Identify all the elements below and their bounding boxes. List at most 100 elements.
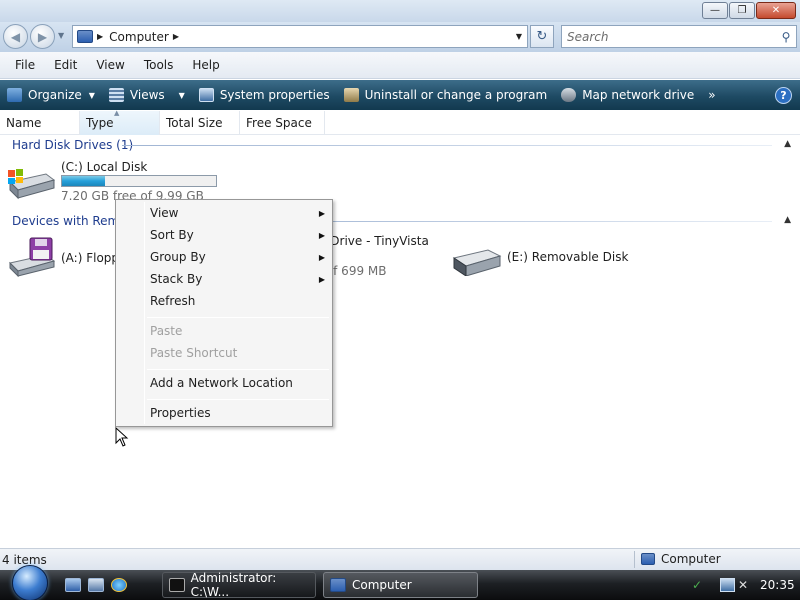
security-check-icon[interactable]: ✓ xyxy=(692,578,707,592)
context-menu-add-network-location[interactable]: Add a Network Location xyxy=(150,373,325,393)
start-button[interactable] xyxy=(8,565,52,600)
menu-tools[interactable]: Tools xyxy=(141,57,177,73)
minimize-button[interactable]: — xyxy=(702,2,728,19)
removable-disk-icon xyxy=(452,249,502,277)
context-menu-properties[interactable]: Properties xyxy=(150,403,325,423)
menu-edit[interactable]: Edit xyxy=(51,57,80,73)
organize-icon xyxy=(7,88,22,102)
system-properties-icon xyxy=(198,88,214,102)
internet-explorer-icon[interactable] xyxy=(111,578,127,592)
command-prompt-icon xyxy=(169,578,185,592)
mouse-cursor-icon xyxy=(115,427,129,447)
context-menu-label: Stack By xyxy=(150,272,203,286)
collapse-group-icon[interactable]: ▲ xyxy=(784,215,791,225)
windows-logo-icon xyxy=(12,565,48,600)
capacity-bar xyxy=(61,175,217,187)
refresh-button[interactable]: ↻ xyxy=(530,25,554,48)
forward-button[interactable]: ▶ xyxy=(30,24,55,49)
taskbar-item-command-prompt[interactable]: Administrator: C:\W... xyxy=(162,571,316,599)
address-dropdown-icon[interactable]: ▼ xyxy=(516,32,522,41)
column-header-name[interactable]: Name xyxy=(0,111,80,135)
drive-e-removable[interactable]: (E:) Removable Disk xyxy=(452,244,652,284)
views-label: Views xyxy=(129,88,165,102)
show-desktop-icon[interactable] xyxy=(65,578,81,592)
system-properties-label: System properties xyxy=(219,88,330,102)
map-network-drive-icon xyxy=(561,88,577,102)
menu-bar: File Edit View Tools Help xyxy=(0,52,800,79)
menu-view[interactable]: View xyxy=(93,57,127,73)
context-menu-view[interactable]: View ▶ xyxy=(150,203,325,223)
search-box[interactable]: Search ⚲ xyxy=(561,25,797,48)
organize-button[interactable]: Organize ▼ xyxy=(0,88,102,102)
submenu-arrow-icon: ▶ xyxy=(318,252,325,262)
sort-ascending-icon: ▲ xyxy=(114,109,120,117)
map-network-drive-label: Map network drive xyxy=(582,88,695,102)
taskbar-item-label: Administrator: C:\W... xyxy=(190,571,277,599)
computer-icon xyxy=(641,553,655,565)
chevron-down-icon: ▼ xyxy=(88,90,95,100)
context-menu-label: Group By xyxy=(150,250,206,264)
organize-label: Organize xyxy=(28,88,82,102)
forward-arrow-icon: ▶ xyxy=(37,29,48,44)
close-button[interactable]: ✕ xyxy=(756,2,796,19)
column-header-label: Total Size xyxy=(166,116,223,130)
taskbar-item-computer[interactable]: Computer xyxy=(323,572,478,598)
column-headers: Name ▲ Type Total Size Free Space xyxy=(0,109,800,135)
context-menu: View ▶ Sort By ▶ Group By ▶ Stack By ▶ R… xyxy=(115,199,333,427)
context-menu-label: Paste Shortcut xyxy=(150,346,238,360)
submenu-arrow-icon: ▶ xyxy=(318,208,325,218)
maximize-button[interactable]: ❐ xyxy=(729,2,755,19)
breadcrumb-chevron-icon[interactable]: ▶ xyxy=(173,32,179,41)
computer-icon xyxy=(330,578,346,592)
views-icon xyxy=(108,88,124,102)
collapse-group-icon[interactable]: ▲ xyxy=(784,139,791,149)
context-menu-group-by[interactable]: Group By ▶ xyxy=(150,247,325,267)
window-controls: — ❐ ✕ xyxy=(702,2,796,19)
overflow-chevron-icon: » xyxy=(708,88,716,102)
address-bar[interactable]: ▶ Computer ▶ ▼ xyxy=(72,25,528,48)
context-menu-label: Sort By xyxy=(150,228,194,242)
status-divider xyxy=(634,551,635,568)
menu-help[interactable]: Help xyxy=(189,57,222,73)
context-menu-paste-shortcut[interactable]: Paste Shortcut xyxy=(150,343,325,363)
network-icon[interactable] xyxy=(720,578,735,592)
column-header-type[interactable]: ▲ Type xyxy=(80,109,160,135)
context-menu-paste[interactable]: Paste xyxy=(150,321,325,341)
group-title: Hard Disk Drives (1) xyxy=(12,138,134,152)
views-button[interactable]: Views ▼ xyxy=(102,88,192,102)
chevron-down-icon: ▼ xyxy=(178,90,185,100)
clock[interactable]: 20:35 xyxy=(760,578,795,592)
command-overflow-button[interactable]: » xyxy=(701,88,722,102)
breadcrumb-computer[interactable]: Computer xyxy=(109,30,169,44)
column-header-total-size[interactable]: Total Size xyxy=(160,111,240,135)
search-icon[interactable]: ⚲ xyxy=(776,30,796,44)
uninstall-program-label: Uninstall or change a program xyxy=(364,88,548,102)
map-network-drive-button[interactable]: Map network drive xyxy=(554,88,701,102)
group-divider xyxy=(122,145,772,146)
column-header-label: Free Space xyxy=(246,116,312,130)
breadcrumb-chevron-icon[interactable]: ▶ xyxy=(97,32,103,41)
context-menu-label: Paste xyxy=(150,324,183,338)
context-menu-label: View xyxy=(150,206,179,220)
context-menu-sort-by[interactable]: Sort By ▶ xyxy=(150,225,325,245)
group-header-hard-disk-drives[interactable]: Hard Disk Drives (1) xyxy=(12,137,133,153)
column-header-label: Name xyxy=(6,116,42,130)
menu-file[interactable]: File xyxy=(12,57,38,73)
column-header-free-space[interactable]: Free Space xyxy=(240,111,325,135)
context-menu-separator xyxy=(147,369,329,370)
context-menu-label: Refresh xyxy=(150,294,196,308)
recent-pages-dropdown[interactable]: ▼ xyxy=(58,31,64,40)
back-button[interactable]: ◀ xyxy=(3,24,28,49)
context-menu-refresh[interactable]: Refresh xyxy=(150,291,325,311)
hard-disk-icon xyxy=(8,169,56,200)
search-input[interactable]: Search xyxy=(562,30,776,44)
system-properties-button[interactable]: System properties xyxy=(192,88,337,102)
submenu-arrow-icon: ▶ xyxy=(318,274,325,284)
floppy-drive-icon xyxy=(9,237,56,278)
switch-windows-icon[interactable] xyxy=(88,578,104,592)
help-button[interactable]: ? xyxy=(775,87,792,104)
context-menu-stack-by[interactable]: Stack By ▶ xyxy=(150,269,325,289)
uninstall-program-button[interactable]: Uninstall or change a program xyxy=(337,88,555,102)
volume-muted-icon[interactable]: ✕ xyxy=(738,578,753,592)
title-bar: — ❐ ✕ xyxy=(0,0,800,22)
